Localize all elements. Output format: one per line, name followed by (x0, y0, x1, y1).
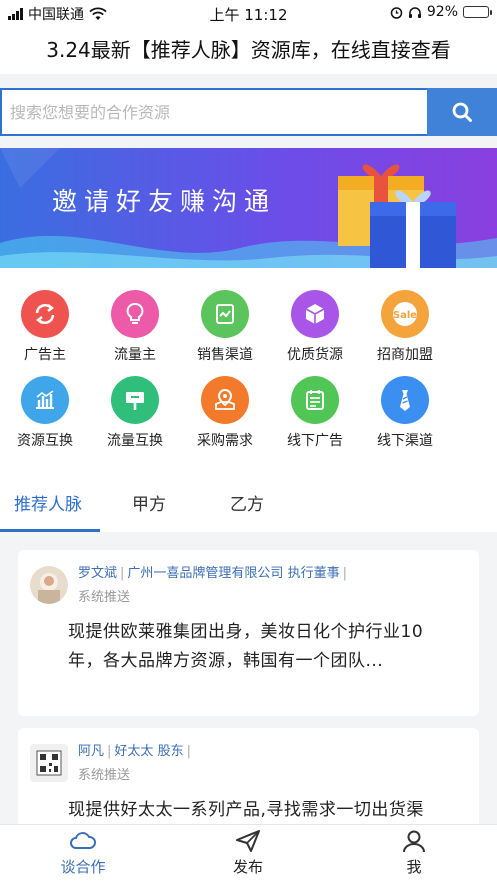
calendar-icon (291, 376, 339, 424)
bar-chart-icon (21, 376, 69, 424)
sale-icon: Sale (381, 290, 429, 338)
contact-description: 现提供好太太一系列产品,寻找需求一切出货渠 (68, 800, 424, 820)
nav-label: 发布 (232, 858, 263, 876)
contact-source: 系统推送 (78, 768, 131, 783)
chart-icon (201, 290, 249, 338)
contact-source: 系统推送 (78, 590, 131, 605)
category-label: 流量主 (114, 347, 156, 363)
category-resource-exchange[interactable]: 资源互换 (0, 376, 90, 450)
category-label: 线下广告 (287, 433, 343, 449)
page-title: 3.24最新【推荐人脉】资源库，在线直接查看 (0, 26, 497, 74)
billboard-icon (111, 376, 159, 424)
gift-box-icon (338, 164, 456, 268)
search-icon (452, 102, 472, 122)
banner-title: 邀请好友赚沟通 (52, 187, 277, 216)
send-icon (236, 830, 260, 852)
category-quality-supply[interactable]: 优质货源 (270, 290, 360, 364)
search-bar (0, 88, 497, 136)
category-grid: 广告主 流量主 销售渠道 优质货源 Sale 招商加盟 资源互换 流量互换 采购… (0, 268, 497, 480)
nav-label: 我 (406, 858, 422, 876)
contact-name[interactable]: 阿凡 (78, 744, 104, 759)
tab-party-a[interactable]: 甲方 (132, 490, 166, 515)
category-label: 招商加盟 (377, 347, 433, 363)
svg-text:Sale: Sale (393, 310, 417, 321)
contact-company: 广州一喜品牌管理有限公司 (127, 566, 284, 581)
contact-company: 好太太 (114, 744, 154, 759)
category-label: 广告主 (24, 347, 66, 363)
refresh-icon (21, 290, 69, 338)
contact-meta: 阿凡 | 好太太 股东 | (78, 744, 191, 759)
box-icon (291, 290, 339, 338)
contact-feed: 罗文斌 | 广州一喜品牌管理有限公司 执行董事 | 系统推送 现提供欧莱雅集团出身，美… (0, 532, 497, 824)
user-icon (403, 830, 425, 853)
category-label: 线下渠道 (377, 433, 433, 449)
contact-name[interactable]: 罗文斌 (78, 566, 117, 581)
avatar[interactable] (30, 744, 68, 782)
status-bar: 中国联通 上午 11:12 92% (0, 0, 497, 26)
search-input[interactable] (0, 88, 427, 136)
nav-me[interactable]: 我 (369, 829, 459, 877)
category-advertiser[interactable]: 广告主 (0, 290, 90, 364)
nav-cooperate[interactable]: 谈合作 (38, 829, 128, 877)
battery-percent: 92% (426, 4, 458, 20)
list-item[interactable]: 罗文斌 | 广州一喜品牌管理有限公司 执行董事 | 系统推送 现提供欧莱雅集团出身，美… (18, 550, 479, 716)
contact-role: 执行董事 (287, 566, 340, 581)
category-label: 资源互换 (17, 433, 73, 449)
category-offline-ads[interactable]: 线下广告 (270, 376, 360, 450)
category-label: 销售渠道 (197, 347, 253, 363)
map-pin-icon (201, 376, 249, 424)
category-label: 优质货源 (287, 347, 343, 363)
search-button[interactable] (427, 88, 497, 136)
nav-label: 谈合作 (60, 858, 106, 876)
headphones-icon (408, 6, 421, 18)
category-label: 采购需求 (197, 433, 253, 449)
category-sales-channel[interactable]: 销售渠道 (180, 290, 270, 364)
contact-role: 股东 (157, 744, 184, 759)
category-franchise[interactable]: Sale 招商加盟 (360, 290, 450, 364)
tab-bar: 推荐人脉 甲方 乙方 (0, 480, 497, 532)
alarm-icon (390, 6, 403, 19)
tie-icon (381, 376, 429, 424)
list-item[interactable]: 阿凡 | 好太太 股东 | 系统推送 现提供好太太一系列产品,寻找需求一切出货渠 (18, 728, 479, 824)
battery-icon (463, 6, 492, 18)
nav-publish[interactable]: 发布 (203, 829, 293, 877)
contact-meta: 罗文斌 | 广州一喜品牌管理有限公司 执行董事 | (78, 566, 347, 581)
promo-banner[interactable]: 邀请好友赚沟通 (0, 148, 497, 268)
avatar[interactable] (30, 566, 68, 604)
bottom-nav: 谈合作 发布 我 (0, 824, 497, 883)
lightbulb-icon (111, 290, 159, 338)
category-procurement[interactable]: 采购需求 (180, 376, 270, 450)
tab-recommended[interactable]: 推荐人脉 (14, 490, 82, 515)
category-traffic-owner[interactable]: 流量主 (90, 290, 180, 364)
cloud-icon (70, 832, 96, 849)
tab-party-b[interactable]: 乙方 (230, 490, 264, 515)
contact-description: 现提供欧莱雅集团出身，美妆日化个护行业10年，各大品牌方资源，韩国有一个团队..… (68, 622, 424, 671)
category-offline-channel[interactable]: 线下渠道 (360, 376, 450, 450)
category-label: 流量互换 (107, 433, 163, 449)
category-traffic-exchange[interactable]: 流量互换 (90, 376, 180, 450)
